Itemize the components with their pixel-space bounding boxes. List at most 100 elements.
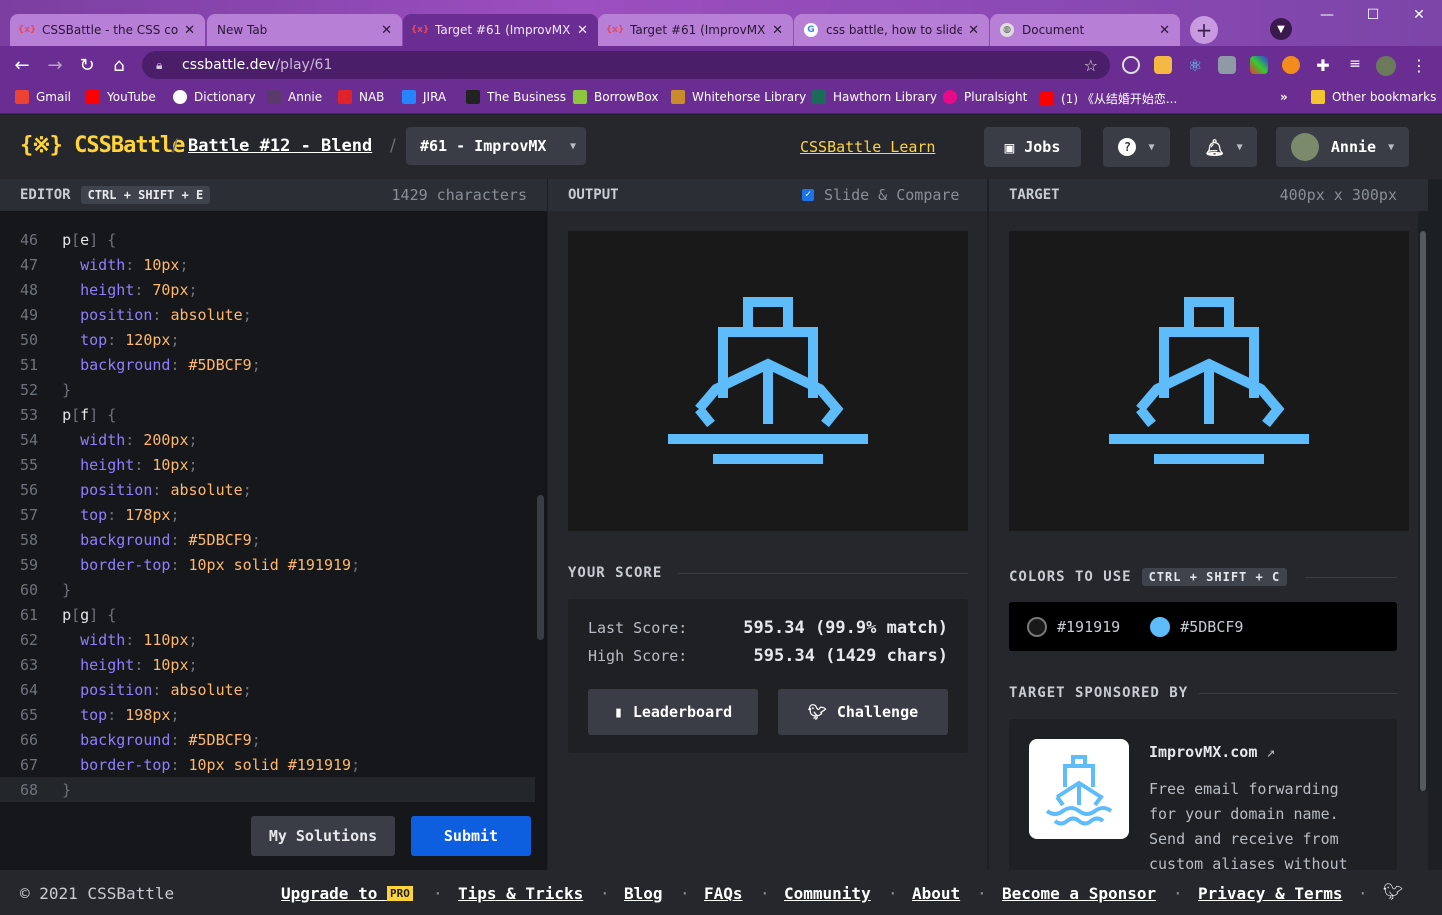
output-canvas[interactable] xyxy=(568,231,968,531)
color-swatch[interactable] xyxy=(1027,616,1047,637)
code-line[interactable]: 46 p[e] { xyxy=(0,227,535,252)
browser-tab[interactable]: {x} Target #61 (ImprovMX) - ✕ xyxy=(598,14,793,46)
page-scrollbar[interactable] xyxy=(1418,211,1428,791)
extension-icon[interactable] xyxy=(1282,56,1300,74)
code-line[interactable]: 65 top: 198px; xyxy=(0,702,535,727)
code-line[interactable]: 53 p[f] { xyxy=(0,402,535,427)
new-tab-button[interactable]: + xyxy=(1190,16,1218,44)
code-line[interactable]: 47 width: 10px; xyxy=(0,252,535,277)
home-icon[interactable]: ⌂ xyxy=(107,54,131,76)
footer-link-about[interactable]: About xyxy=(912,884,960,903)
tab-search-icon[interactable]: ▼ xyxy=(1270,18,1292,40)
code-line[interactable]: 56 position: absolute; xyxy=(0,477,535,502)
footer-link-privacy[interactable]: Privacy & Terms xyxy=(1198,884,1343,903)
bookmark-nab[interactable]: NAB xyxy=(338,90,384,104)
browser-tab[interactable]: {x} CSSBattle - the CSS code ✕ xyxy=(10,14,205,46)
extension-icon[interactable] xyxy=(1122,56,1140,74)
code-line[interactable]: 55 height: 10px; xyxy=(0,452,535,477)
back-icon[interactable]: ← xyxy=(10,54,34,76)
code-line[interactable]: 51 background: #5DBCF9; xyxy=(0,352,535,377)
code-line[interactable]: 48 height: 70px; xyxy=(0,277,535,302)
improvmx-logo[interactable] xyxy=(1029,739,1129,839)
reload-icon[interactable]: ↻ xyxy=(75,54,99,76)
bookmarks-overflow-button[interactable]: » xyxy=(1280,90,1288,104)
jobs-button[interactable]: ▣ Jobs xyxy=(984,127,1081,167)
browser-tab[interactable]: G css battle, how to slide u ✕ xyxy=(794,14,989,46)
close-icon[interactable]: ✕ xyxy=(577,23,588,38)
minimize-icon[interactable]: — xyxy=(1304,0,1350,30)
bookmark-annie[interactable]: Annie xyxy=(267,90,322,104)
challenge-dropdown[interactable]: #61 - ImprovMX ▼ xyxy=(406,127,586,165)
footer-link-faqs[interactable]: FAQs xyxy=(704,884,743,903)
browser-tab-active[interactable]: {x} Target #61 (ImprovMX) - ✕ xyxy=(403,14,598,46)
code-line[interactable]: 61 p[g] { xyxy=(0,602,535,627)
maximize-icon[interactable]: ☐ xyxy=(1350,0,1396,30)
code-line[interactable]: 57 top: 178px; xyxy=(0,502,535,527)
challenge-button[interactable]: 🐦︎ Challenge xyxy=(778,689,948,735)
address-bar[interactable]: 🔒︎ cssbattle.dev/play/61 ☆ xyxy=(142,51,1110,79)
code-line[interactable]: 58 background: #5DBCF9; xyxy=(0,527,535,552)
notifications-button[interactable]: 🔔︎ ▼ xyxy=(1190,127,1257,167)
code-line[interactable]: 50 top: 120px; xyxy=(0,327,535,352)
extension-icon[interactable] xyxy=(1218,56,1236,74)
bookmark-youtube[interactable]: YouTube xyxy=(86,90,156,104)
page-scrollbar-thumb[interactable] xyxy=(1420,231,1426,791)
other-bookmarks[interactable]: Other bookmarks xyxy=(1311,90,1436,104)
cssbattle-logo[interactable]: {※} CSSBattle xyxy=(20,133,185,158)
bookmark-jira[interactable]: JIRA xyxy=(402,90,446,104)
color-label[interactable]: #5DBCF9 xyxy=(1180,618,1243,636)
react-devtools-icon[interactable]: ⚛ xyxy=(1186,56,1204,75)
color-swatch[interactable] xyxy=(1150,616,1171,637)
code-line[interactable]: 49 position: absolute; xyxy=(0,302,535,327)
star-icon[interactable]: ☆ xyxy=(1084,56,1098,75)
close-icon[interactable]: ✕ xyxy=(968,23,979,38)
bookmark-pluralsight[interactable]: Pluralsight xyxy=(943,90,1027,104)
sponsor-link[interactable]: ImprovMX.com ↗ xyxy=(1149,743,1275,761)
twitter-icon[interactable]: 🐦︎ xyxy=(1383,882,1403,901)
close-icon[interactable]: ✕ xyxy=(1159,23,1170,38)
editor-scrollbar[interactable] xyxy=(537,495,544,640)
footer-link-community[interactable]: Community xyxy=(784,884,871,903)
help-button[interactable]: ? ▼ xyxy=(1103,127,1170,167)
browser-tab[interactable]: New Tab ✕ xyxy=(207,14,402,46)
bookmark-youtube-video[interactable]: (1) 《从结婚开始恋... xyxy=(1040,90,1177,107)
user-menu-button[interactable]: Annie ▼ xyxy=(1276,127,1409,167)
code-line[interactable]: 62 width: 110px; xyxy=(0,627,535,652)
footer-link-upgrade[interactable]: Upgrade to PRO xyxy=(281,884,413,903)
leaderboard-button[interactable]: ▮ Leaderboard xyxy=(588,689,758,735)
bookmark-dictionary[interactable]: Dictionary xyxy=(173,90,256,104)
code-line[interactable]: 59 border-top: 10px solid #191919; xyxy=(0,552,535,577)
profile-avatar[interactable] xyxy=(1376,56,1396,76)
my-solutions-button[interactable]: My Solutions xyxy=(251,816,395,856)
slide-compare-label[interactable]: Slide & Compare xyxy=(824,186,959,204)
bookmark-gmail[interactable]: Gmail xyxy=(15,90,71,104)
code-line[interactable]: 66 background: #5DBCF9; xyxy=(0,727,535,752)
code-line[interactable]: 52 } xyxy=(0,377,535,402)
bookmark-hawthorn-library[interactable]: Hawthorn Library xyxy=(812,90,937,104)
footer-link-blog[interactable]: Blog xyxy=(624,884,663,903)
more-menu-icon[interactable]: ⋮ xyxy=(1410,56,1428,75)
browser-tab[interactable]: ◍ Document ✕ xyxy=(990,14,1180,46)
bookmark-borrowbox[interactable]: BorrowBox xyxy=(573,90,658,104)
forward-icon[interactable]: → xyxy=(43,54,67,76)
code-line[interactable]: 54 width: 200px; xyxy=(0,427,535,452)
footer-link-tips[interactable]: Tips & Tricks xyxy=(458,884,583,903)
cssbattle-learn-link[interactable]: CSSBattle Learn xyxy=(800,138,935,156)
close-icon[interactable]: ✕ xyxy=(184,23,195,38)
code-line[interactable]: 68 } xyxy=(0,777,535,802)
color-label[interactable]: #191919 xyxy=(1057,618,1120,636)
extension-icon[interactable] xyxy=(1250,56,1268,74)
reading-list-icon[interactable]: ≡ xyxy=(1346,56,1364,74)
code-editor[interactable]: 46 p[e] {47 width: 10px; 48 height: 70px;… xyxy=(0,211,547,870)
footer-link-sponsor[interactable]: Become a Sponsor xyxy=(1002,884,1156,903)
close-icon[interactable]: ✕ xyxy=(772,23,783,38)
window-close-icon[interactable]: ✕ xyxy=(1396,0,1442,30)
bookmark-the-business[interactable]: The Business xyxy=(466,90,566,104)
breadcrumb-battle[interactable]: Battle #12 - Blend xyxy=(188,136,372,156)
puzzle-icon[interactable]: ✚ xyxy=(1314,56,1332,75)
close-icon[interactable]: ✕ xyxy=(381,23,392,38)
code-line[interactable]: 63 height: 10px; xyxy=(0,652,535,677)
extension-icon[interactable] xyxy=(1154,56,1172,74)
code-line[interactable]: 60 } xyxy=(0,577,535,602)
bookmark-whitehorse-library[interactable]: Whitehorse Library xyxy=(671,90,806,104)
